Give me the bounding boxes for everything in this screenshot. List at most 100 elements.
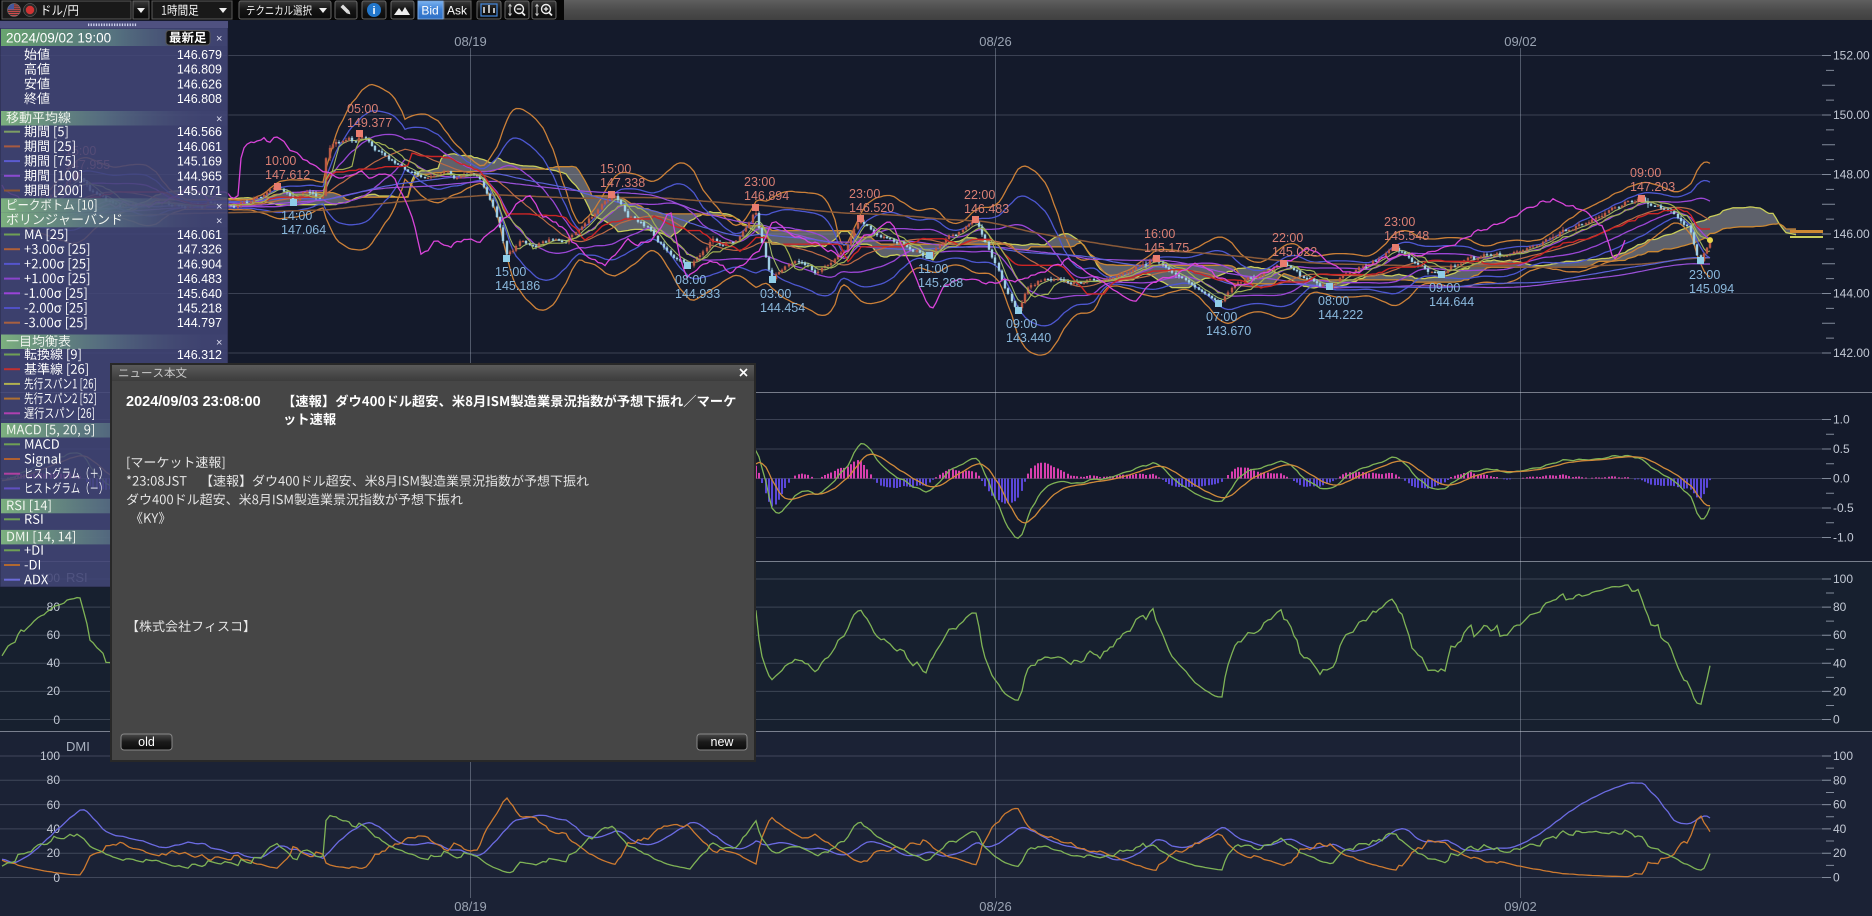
svg-text:146.904: 146.904: [177, 257, 222, 271]
svg-text:23:00: 23:00: [1384, 215, 1415, 229]
svg-text:143.440: 143.440: [1006, 331, 1051, 345]
svg-text:-0.5: -0.5: [1833, 501, 1854, 515]
svg-text:Bid: Bid: [421, 4, 438, 18]
svg-text:11:00: 11:00: [918, 262, 948, 276]
svg-text:08/19: 08/19: [454, 899, 487, 914]
svg-text:146.808: 146.808: [177, 92, 222, 106]
svg-text:146.061: 146.061: [177, 140, 222, 154]
svg-text:60: 60: [1833, 628, 1847, 642]
svg-text:×: ×: [216, 33, 222, 45]
svg-text:60: 60: [1833, 798, 1847, 812]
svg-text:23:00: 23:00: [744, 175, 775, 189]
svg-text:i: i: [372, 5, 375, 17]
svg-text:1.0: 1.0: [1833, 413, 1850, 427]
svg-text:144.00: 144.00: [1833, 287, 1870, 301]
svg-text:152.00: 152.00: [1833, 49, 1870, 63]
svg-text:144.933: 144.933: [675, 287, 720, 301]
svg-text:10:00: 10:00: [265, 154, 296, 168]
svg-text:20: 20: [1833, 684, 1847, 698]
svg-text:147.326: 147.326: [177, 243, 222, 257]
svg-text:40: 40: [1833, 656, 1847, 670]
svg-text:0: 0: [1833, 713, 1840, 727]
svg-text:145.094: 145.094: [1689, 282, 1734, 296]
svg-text:146.483: 146.483: [964, 202, 1009, 216]
svg-text:new: new: [711, 735, 735, 749]
svg-text:40: 40: [1833, 822, 1847, 836]
svg-text:0: 0: [53, 713, 60, 727]
svg-text:80: 80: [1833, 600, 1847, 614]
svg-text:23:00: 23:00: [1689, 268, 1720, 282]
svg-text:146.061: 146.061: [177, 228, 222, 242]
svg-text:05:00: 05:00: [347, 102, 378, 116]
svg-text:80: 80: [47, 773, 61, 787]
svg-text:0.0: 0.0: [1833, 472, 1850, 486]
svg-text:-1.0: -1.0: [1833, 531, 1854, 545]
svg-text:80: 80: [1833, 773, 1847, 787]
svg-text:60: 60: [47, 628, 61, 642]
svg-text:×: ×: [216, 201, 222, 213]
svg-text:146.626: 146.626: [177, 77, 222, 91]
svg-text:144.222: 144.222: [1318, 308, 1363, 322]
svg-text:08/26: 08/26: [979, 899, 1012, 914]
svg-text:147.612: 147.612: [265, 168, 310, 182]
svg-text:Ask: Ask: [447, 4, 468, 18]
svg-text:08/19: 08/19: [454, 34, 487, 49]
svg-text:15:00: 15:00: [600, 162, 631, 176]
svg-text:146.809: 146.809: [177, 63, 222, 77]
svg-text:16:00: 16:00: [1144, 227, 1175, 241]
svg-text:145.218: 145.218: [177, 302, 222, 316]
svg-text:146.894: 146.894: [744, 189, 789, 203]
svg-text:144.644: 144.644: [1429, 295, 1474, 309]
svg-text:15:00: 15:00: [495, 265, 526, 279]
svg-text:03:00: 03:00: [760, 287, 791, 301]
svg-text:145.175: 145.175: [1144, 241, 1189, 255]
svg-text:08:00: 08:00: [675, 273, 706, 287]
svg-text:144.454: 144.454: [760, 301, 805, 315]
svg-text:100: 100: [1833, 749, 1853, 763]
svg-text:23:00: 23:00: [849, 187, 880, 201]
svg-text:08/26: 08/26: [979, 34, 1012, 49]
svg-text:20: 20: [47, 684, 61, 698]
svg-text:148.00: 148.00: [1833, 168, 1870, 182]
svg-text:144.797: 144.797: [177, 316, 222, 330]
svg-text:100: 100: [40, 749, 60, 763]
svg-text:142.00: 142.00: [1833, 346, 1870, 360]
svg-text:old: old: [138, 735, 155, 749]
svg-text:145.548: 145.548: [1384, 229, 1429, 243]
svg-text:0.5: 0.5: [1833, 442, 1850, 456]
svg-text:145.022: 145.022: [1272, 245, 1317, 259]
svg-text:09/02: 09/02: [1504, 899, 1537, 914]
svg-text:150.00: 150.00: [1833, 108, 1870, 122]
svg-text:146.312: 146.312: [177, 348, 222, 362]
svg-text:143.670: 143.670: [1206, 324, 1251, 338]
svg-text:147.203: 147.203: [1630, 180, 1675, 194]
svg-text:147.338: 147.338: [600, 176, 645, 190]
svg-text:40: 40: [47, 656, 61, 670]
svg-text:20: 20: [47, 846, 61, 860]
svg-text:09/02: 09/02: [1504, 34, 1537, 49]
svg-text:22:00: 22:00: [964, 188, 995, 202]
svg-text:09:00: 09:00: [1006, 317, 1037, 331]
svg-text:146.483: 146.483: [177, 272, 222, 286]
svg-text:145.071: 145.071: [177, 184, 222, 198]
svg-text:×: ×: [216, 114, 222, 126]
svg-text:145.169: 145.169: [177, 155, 222, 169]
svg-text:146.520: 146.520: [849, 201, 894, 215]
svg-text:146.679: 146.679: [177, 48, 222, 62]
svg-text:07:00: 07:00: [1206, 310, 1237, 324]
svg-text:2024/09/03 23:08:00: 2024/09/03 23:08:00: [126, 394, 261, 410]
svg-text:144.965: 144.965: [177, 169, 222, 183]
svg-text:145.186: 145.186: [495, 279, 540, 293]
svg-text:14:00: 14:00: [281, 209, 312, 223]
svg-text:100: 100: [1833, 572, 1853, 586]
svg-text:149.377: 149.377: [347, 116, 392, 130]
svg-text:DMI: DMI: [66, 739, 90, 754]
svg-text:09:00: 09:00: [1630, 166, 1661, 180]
svg-text:×: ×: [216, 215, 222, 227]
svg-text:145.640: 145.640: [177, 287, 222, 301]
svg-text:0: 0: [1833, 871, 1840, 885]
svg-text:145.288: 145.288: [918, 276, 963, 290]
svg-text:2024/09/02 19:00: 2024/09/02 19:00: [6, 31, 111, 46]
svg-text:20: 20: [1833, 846, 1847, 860]
svg-text:09:00: 09:00: [1429, 281, 1460, 295]
